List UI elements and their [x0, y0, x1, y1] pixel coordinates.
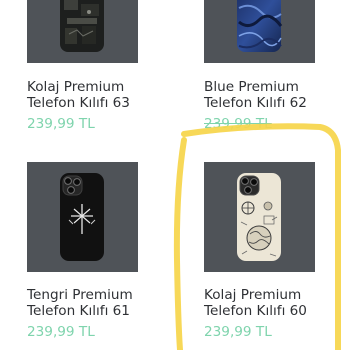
product-card[interactable]: Kolaj Premium Telefon Kılıfı 63 239,99 T…	[27, 0, 138, 140]
product-price: 239,99 TL	[204, 324, 272, 340]
phone-case-image	[204, 0, 315, 63]
phone-case-image	[27, 0, 138, 63]
product-title-line1[interactable]: Kolaj Premium	[27, 79, 124, 95]
product-price: 239,99 TL	[27, 116, 95, 132]
product-card[interactable]: Kolaj Premium Telefon Kılıfı 60 239,99 T…	[204, 162, 315, 350]
product-price: 239,99 TL	[27, 324, 95, 340]
product-title-line1[interactable]: Tengri Premium	[27, 287, 133, 303]
product-price: 239,99 TL	[204, 116, 272, 132]
product-grid: Kolaj Premium Telefon Kılıfı 63 239,99 T…	[0, 0, 350, 350]
product-image[interactable]	[27, 0, 138, 63]
phone-case-image	[27, 162, 138, 272]
product-title-line2[interactable]: Telefon Kılıfı 63	[27, 95, 130, 111]
product-image[interactable]	[204, 0, 315, 63]
product-card[interactable]: Blue Premium Telefon Kılıfı 62 239,99 TL	[204, 0, 315, 140]
product-title-line1[interactable]: Kolaj Premium	[204, 287, 301, 303]
product-title-line2[interactable]: Telefon Kılıfı 61	[27, 303, 130, 319]
product-title-line1[interactable]: Blue Premium	[204, 79, 299, 95]
product-title-line2[interactable]: Telefon Kılıfı 62	[204, 95, 307, 111]
product-image[interactable]	[27, 162, 138, 272]
product-title-line2[interactable]: Telefon Kılıfı 60	[204, 303, 307, 319]
product-card[interactable]: Tengri Premium Telefon Kılıfı 61 239,99 …	[27, 162, 138, 350]
product-image[interactable]	[204, 162, 315, 272]
phone-case-image	[204, 162, 315, 272]
